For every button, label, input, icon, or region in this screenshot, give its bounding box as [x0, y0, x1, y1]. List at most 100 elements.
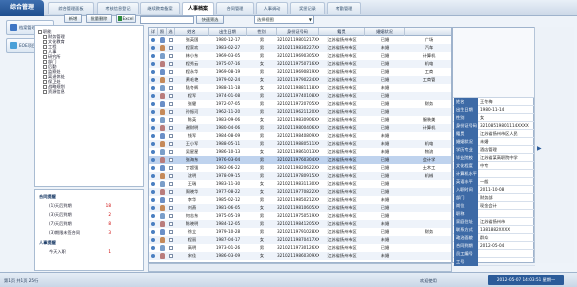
search-input[interactable]: [140, 16, 194, 24]
table-row[interactable]: 程永华 1969-08-19 男 32102119690819XXXX 江苏省扬州市区 已…: [149, 68, 451, 76]
row-detail-icon[interactable]: [151, 174, 155, 178]
row-detail-icon[interactable]: [151, 246, 155, 250]
row-detail-icon[interactable]: [151, 126, 155, 130]
table-row[interactable]: 张英国 1980-12-17 男 32102119801217XXXX 江苏省扬州市区 已…: [149, 36, 451, 44]
row-detail-icon[interactable]: [151, 70, 155, 74]
table-row[interactable]: 陈晓明 1984-12-05 男 32102119841205XXXX 江苏省扬州市区 未…: [149, 220, 451, 228]
row-detail-icon[interactable]: [151, 254, 155, 258]
tab-6[interactable]: 奖惩记录: [290, 2, 325, 14]
row-detail-icon[interactable]: [151, 222, 155, 226]
table-row[interactable]: 孙振河 1962-11-20 男 32102119621120XXXX 江苏省扬州市区 已…: [149, 108, 451, 116]
row-detail-icon[interactable]: [151, 102, 155, 106]
table-row[interactable]: 宋佳 1986-03-09 女 32102119860309XXXX 江苏省扬州市区 未婚: [149, 252, 451, 260]
collapse-arrow-icon[interactable]: ▶: [537, 145, 542, 152]
row-detail-icon[interactable]: [151, 62, 155, 66]
row-checkbox[interactable]: [169, 134, 173, 138]
column-header[interactable]: 婚姻状况: [365, 28, 405, 36]
row-detail-icon[interactable]: [151, 46, 155, 50]
tab-3[interactable]: 人事档案: [182, 2, 214, 15]
row-checkbox[interactable]: [169, 222, 173, 226]
row-detail-icon[interactable]: [151, 158, 155, 162]
row-checkbox[interactable]: [169, 238, 173, 242]
row-detail-icon[interactable]: [151, 110, 155, 114]
row-checkbox[interactable]: [169, 118, 173, 122]
row-checkbox[interactable]: [169, 214, 173, 218]
column-header[interactable]: 详: [149, 28, 158, 36]
contract-reminder-count[interactable]: 8: [99, 221, 111, 226]
row-detail-icon[interactable]: [151, 134, 155, 138]
tab-1[interactable]: 考核信息登记: [97, 2, 139, 14]
row-detail-icon[interactable]: [151, 230, 155, 234]
hr-reminder-count[interactable]: 1: [99, 249, 111, 254]
table-row[interactable]: 王瑞 1983-11-30 女 32102119831130XXXX 江苏省扬州市区 已婚: [149, 180, 451, 188]
batch-delete-button[interactable]: 批量删除: [86, 14, 112, 23]
row-detail-icon[interactable]: [151, 198, 155, 202]
table-row[interactable]: 丁超强 1982-06-22 男 32102119820622XXXX 江苏省扬州市区 已…: [149, 164, 451, 172]
row-detail-icon[interactable]: [151, 190, 155, 194]
column-header[interactable]: 照: [158, 28, 167, 36]
column-header[interactable]: 籍贯: [319, 28, 365, 36]
table-row[interactable]: 张海东 1976-03-04 男 32102119760304XXXX 江苏省扬州市区 已…: [149, 156, 451, 164]
table-row[interactable]: 程军 1974-01-08 男 32102119740108XXXX 江苏省扬州市区 已婚: [149, 92, 451, 100]
row-checkbox[interactable]: [169, 38, 173, 42]
row-detail-icon[interactable]: [151, 182, 155, 186]
tab-0[interactable]: 综合管理面板: [48, 2, 94, 14]
row-detail-icon[interactable]: [151, 86, 155, 90]
column-header[interactable]: 姓名: [175, 28, 209, 36]
table-row[interactable]: 刘燕 1981-06-05 女 32102119810605XXXX 江苏省扬州市区 已婚: [149, 204, 451, 212]
new-button[interactable]: 新增: [64, 14, 82, 23]
row-checkbox[interactable]: [169, 94, 173, 98]
row-checkbox[interactable]: [169, 46, 173, 50]
row-checkbox[interactable]: [169, 102, 173, 106]
contract-reminder-count[interactable]: 3: [99, 230, 111, 235]
row-checkbox[interactable]: [169, 166, 173, 170]
table-row[interactable]: 陆冬辉 1988-11-18 女 32102119881118XXXX 江苏省扬州市区 未…: [149, 84, 451, 92]
row-checkbox[interactable]: [169, 198, 173, 202]
row-checkbox[interactable]: [169, 190, 173, 194]
row-detail-icon[interactable]: [151, 142, 155, 146]
row-checkbox[interactable]: [169, 78, 173, 82]
tab-5[interactable]: 人事调动: [256, 2, 288, 14]
row-checkbox[interactable]: [169, 54, 173, 58]
row-checkbox[interactable]: [169, 86, 173, 90]
row-checkbox[interactable]: [169, 174, 173, 178]
row-checkbox[interactable]: [169, 142, 173, 146]
row-detail-icon[interactable]: [151, 54, 155, 58]
tree-item[interactable]: 资源信息: [38, 89, 65, 95]
table-row[interactable]: 高明 1973-01-26 男 32102119730126XXXX 江苏省扬州市区 已婚: [149, 244, 451, 252]
table-row[interactable]: 程丽 1987-04-17 女 32102119870417XXXX 江苏省扬州市区 未婚: [149, 236, 451, 244]
table-row[interactable]: 沈明 1978-09-15 男 32102119780915XXXX 江苏省扬州市区 已婚…: [149, 172, 451, 180]
table-row[interactable]: 程秀云 1975-07-16 女 32102119750716XXXX 江苏省扬州市区 已…: [149, 60, 451, 68]
row-checkbox[interactable]: [169, 70, 173, 74]
row-detail-icon[interactable]: [151, 214, 155, 218]
contract-reminder-count[interactable]: 18: [99, 203, 111, 208]
quick-filter-button[interactable]: 快速筛选: [196, 15, 224, 24]
row-checkbox[interactable]: [169, 246, 173, 250]
table-row[interactable]: 黄毛艳 1979-02-24 女 32102119790224XXXX 江苏省扬州市区 已…: [149, 76, 451, 84]
tree-expander-icon[interactable]: [43, 90, 47, 94]
tab-7[interactable]: 考勤管理: [327, 2, 361, 14]
column-header[interactable]: 选: [167, 28, 175, 36]
column-header[interactable]: 身份证号码: [277, 28, 319, 36]
table-row[interactable]: 林小东 1969-03-05 男 32102119690305XXXX 江苏省扬州市区 已…: [149, 52, 451, 60]
row-detail-icon[interactable]: [151, 206, 155, 210]
table-row[interactable]: 周晓华 1977-08-22 女 32102119770822XXXX 江苏省扬州市区 已…: [149, 188, 451, 196]
row-checkbox[interactable]: [169, 158, 173, 162]
row-detail-icon[interactable]: [151, 78, 155, 82]
tab-2[interactable]: 继续教育备案: [140, 2, 180, 14]
row-detail-icon[interactable]: [151, 238, 155, 242]
row-detail-icon[interactable]: [151, 150, 155, 154]
row-detail-icon[interactable]: [151, 94, 155, 98]
row-detail-icon[interactable]: [151, 38, 155, 42]
table-row[interactable]: 王小军 1988-05-11 男 32102119880511XXXX 江苏省扬州市区 未…: [149, 140, 451, 148]
tab-4[interactable]: 合同管理: [216, 2, 254, 14]
table-row[interactable]: 程家欢 1983-02-27 男 32102119830227XXXX 江苏省扬州市区 未…: [149, 44, 451, 52]
row-checkbox[interactable]: [169, 206, 173, 210]
row-detail-icon[interactable]: [151, 118, 155, 122]
table-row[interactable]: 钱军 1984-08-09 男 32102119840809XXXX 江苏省扬州市区 未婚: [149, 132, 451, 140]
row-checkbox[interactable]: [169, 254, 173, 258]
row-checkbox[interactable]: [169, 126, 173, 130]
table-row[interactable]: 谢财明 1980-04-06 男 32102119800406XXXX 江苏省扬州市区 已…: [149, 124, 451, 132]
contract-reminder-count[interactable]: 2: [99, 212, 111, 217]
table-row[interactable]: 张健 1972-07-05 男 32102119720705XXXX 江苏省扬州市区 已婚…: [149, 100, 451, 108]
